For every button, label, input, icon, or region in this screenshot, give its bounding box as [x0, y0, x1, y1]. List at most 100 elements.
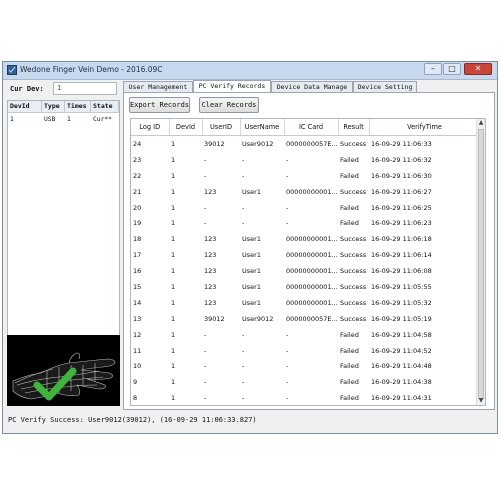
- maximize-button[interactable]: □: [443, 63, 461, 75]
- log-id-cell: 18: [133, 235, 142, 244]
- username-cell: -: [242, 362, 245, 371]
- table-row[interactable]: 17 1 123 User1 00000000001... Success 16-09-29…: [131, 247, 480, 263]
- table-row[interactable]: 16 1 123 User1 00000000001... Success 16-09-29…: [131, 263, 480, 279]
- userid-cell: -: [204, 362, 207, 371]
- device-type: USB: [44, 116, 56, 123]
- device-list[interactable]: DevId Type Times State 1 USB 1 Cur**: [7, 100, 120, 370]
- column-header-username[interactable]: UserName: [240, 119, 285, 136]
- column-header-result[interactable]: Result: [338, 119, 370, 136]
- table-row[interactable]: 12 1 - - - Failed 16-09-29 11:04:58: [131, 327, 480, 343]
- devid-cell: 1: [171, 298, 176, 307]
- verifytime-cell: 16-09-29 11:06:27: [371, 187, 432, 196]
- export-records-button[interactable]: Export Records: [129, 97, 190, 113]
- records-table[interactable]: Log ID DevId UserID UserName IC Card Res…: [130, 118, 486, 406]
- column-header-devid[interactable]: DevId: [8, 101, 42, 112]
- records-body: 24 1 39012 User9012 0000000057E... Success 16-…: [131, 136, 480, 406]
- devid-cell: 1: [171, 235, 176, 244]
- verifytime-cell: 16-09-29 11:06:18: [371, 235, 432, 244]
- table-row[interactable]: 15 1 123 User1 00000000001... Success 16-09-29…: [131, 279, 480, 295]
- result-cell: Success: [340, 298, 367, 307]
- userid-cell: -: [204, 171, 207, 180]
- table-row[interactable]: 9 1 - - - Failed 16-09-29 11:04:38: [131, 374, 480, 390]
- scrollbar-thumb[interactable]: [478, 129, 484, 399]
- device-state: Cur**: [93, 116, 112, 123]
- ic-card-cell: 00000000001...: [286, 298, 338, 307]
- table-row[interactable]: 20 1 - - - Failed 16-09-29 11:06:25: [131, 200, 480, 216]
- column-header-ic-card[interactable]: IC Card: [284, 119, 339, 136]
- username-cell: -: [242, 219, 245, 228]
- column-header-log-id[interactable]: Log ID: [131, 119, 170, 136]
- devid-cell: 1: [171, 187, 176, 196]
- result-cell: Failed: [340, 362, 359, 371]
- column-header-state[interactable]: State: [91, 101, 119, 112]
- window-title: Wedone Finger Vein Demo - 2016.09C: [20, 65, 163, 74]
- username-cell: -: [242, 378, 245, 387]
- scroll-down-icon[interactable]: ▼: [477, 397, 485, 405]
- userid-cell: -: [204, 155, 207, 164]
- log-id-cell: 17: [133, 251, 142, 260]
- table-row[interactable]: 19 1 - - - Failed 16-09-29 11:06:23: [131, 215, 480, 231]
- verifytime-cell: 16-09-29 11:06:25: [371, 203, 432, 212]
- table-row[interactable]: 18 1 123 User1 00000000001... Success 16-09-29…: [131, 231, 480, 247]
- userid-cell: -: [204, 219, 207, 228]
- cur-dev-field[interactable]: 1: [53, 82, 117, 95]
- table-row[interactable]: 24 1 39012 User9012 0000000057E... Success 16-…: [131, 136, 480, 152]
- table-row[interactable]: 23 1 - - - Failed 16-09-29 11:06:32: [131, 152, 480, 168]
- result-cell: Failed: [340, 171, 359, 180]
- table-row[interactable]: 22 1 - - - Failed 16-09-29 11:06:30: [131, 168, 480, 184]
- records-scrollbar[interactable]: ▲ ▼: [476, 119, 485, 405]
- ic-card-cell: 00000000001...: [286, 282, 338, 291]
- tab-user-management[interactable]: User Management: [123, 81, 193, 92]
- ic-card-cell: -: [286, 362, 289, 371]
- status-bar: PC Verify Success: User9012(39012), (16-…: [8, 416, 257, 424]
- column-header-times[interactable]: Times: [65, 101, 91, 112]
- records-header-row: Log ID DevId UserID UserName IC Card Res…: [131, 119, 481, 136]
- table-row[interactable]: 11 1- - - Failed 16-09-29 11:04:52: [131, 343, 480, 359]
- devid-cell: 1: [171, 362, 176, 371]
- column-header-verifytime[interactable]: VerifyTime: [369, 119, 481, 136]
- result-cell: Failed: [340, 155, 359, 164]
- scroll-up-icon[interactable]: ▲: [477, 119, 485, 127]
- userid-cell: -: [204, 394, 207, 403]
- ic-card-cell: 00000000001...: [286, 251, 338, 260]
- username-cell: User1: [242, 282, 261, 291]
- table-row[interactable]: 21 1 123 User1 00000000001... Success 16-09-29…: [131, 184, 480, 200]
- devid-cell: 1: [171, 219, 176, 228]
- device-list-header: DevId Type Times State: [8, 101, 119, 113]
- ic-card-cell: -: [286, 394, 289, 403]
- username-cell: User1: [242, 267, 261, 276]
- log-id-cell: 10: [133, 362, 142, 371]
- log-id-cell: 16: [133, 267, 142, 276]
- log-id-cell: 24: [133, 139, 142, 148]
- clear-records-button[interactable]: Clear Records: [199, 97, 259, 113]
- result-cell: Failed: [340, 330, 359, 339]
- column-header-type[interactable]: Type: [42, 101, 65, 112]
- close-button[interactable]: ✕: [464, 63, 492, 75]
- column-header-devid[interactable]: DevId: [169, 119, 203, 136]
- devid-cell: 1: [171, 203, 176, 212]
- column-header-userid[interactable]: UserID: [202, 119, 241, 136]
- table-row[interactable]: 10 1 - - - Failed 16-09-29 11:04:48: [131, 358, 480, 374]
- table-row[interactable]: 8 1 - - - Failed 16-09-29 11:04:31: [131, 390, 480, 405]
- ic-card-cell: 00000000001...: [286, 235, 338, 244]
- result-cell: Success: [340, 235, 367, 244]
- ic-card-cell: -: [286, 203, 289, 212]
- device-row[interactable]: 1 USB 1 Cur**: [8, 113, 119, 126]
- verifytime-cell: 16-09-29 11:04:48: [371, 362, 432, 371]
- userid-cell: 123: [204, 267, 217, 276]
- username-cell: -: [242, 155, 245, 164]
- result-cell: Success: [340, 282, 367, 291]
- minimize-button[interactable]: –: [424, 63, 442, 75]
- username-cell: -: [242, 203, 245, 212]
- log-id-cell: 14: [133, 298, 142, 307]
- userid-cell: 123: [204, 187, 217, 196]
- result-cell: Success: [340, 267, 367, 276]
- ic-card-cell: -: [286, 155, 289, 164]
- device-devid: 1: [10, 116, 14, 123]
- table-row[interactable]: 13 1 39012 User9012 0000000057E... Success 16-…: [131, 311, 480, 327]
- tab-device-data-manage[interactable]: Device Data Manage: [271, 81, 353, 92]
- tab-device-setting[interactable]: Device Setting: [353, 81, 417, 92]
- table-row[interactable]: 14 1 123 User1 00000000001... Success 16-09-29…: [131, 295, 480, 311]
- result-cell: Success: [340, 187, 367, 196]
- title-bar[interactable]: Wedone Finger Vein Demo - 2016.09C – □ ✕: [3, 62, 497, 80]
